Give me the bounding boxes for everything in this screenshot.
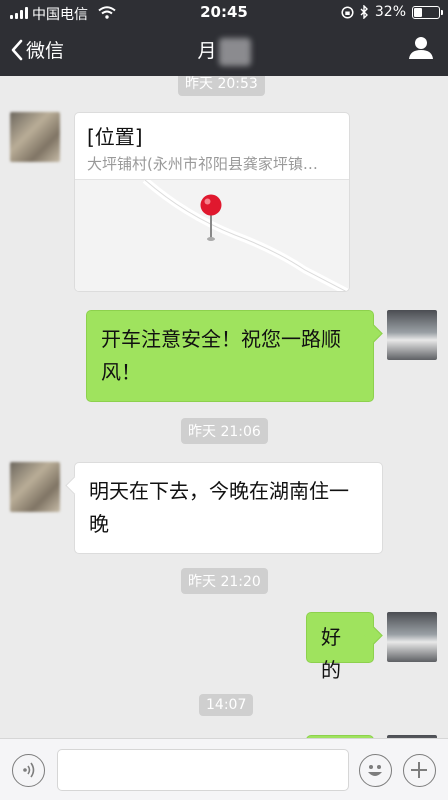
bluetooth-icon [360, 5, 368, 19]
plus-icon [411, 762, 427, 778]
message-input[interactable] [57, 749, 349, 791]
status-bar: 中国电信 20:45 32% [0, 0, 448, 26]
more-button[interactable] [403, 754, 436, 787]
chat-title-text: 月 [197, 40, 217, 62]
top-bar: 中国电信 20:45 32% 微信 月 [0, 0, 448, 76]
location-address: 大坪铺村(永州市祁阳县龚家坪镇… [87, 155, 318, 173]
message-text: 好的 [321, 625, 341, 682]
map-pin-icon [200, 194, 222, 241]
emoji-icon [368, 765, 382, 776]
message-text: 风！ [101, 360, 141, 384]
my-avatar[interactable] [387, 310, 437, 360]
timestamp: 昨天 20:53 [178, 76, 265, 96]
blurred-name [218, 37, 251, 66]
chat-area[interactable]: 昨天 20:53 [位置] 大坪铺村(永州市祁阳县龚家坪镇… 开车注意安全！祝您… [0, 76, 448, 738]
voice-button[interactable] [12, 754, 45, 787]
nav-bar: 微信 月 [0, 26, 448, 76]
input-bar [0, 738, 448, 800]
profile-icon[interactable] [408, 36, 434, 60]
location-message[interactable]: [位置] 大坪铺村(永州市祁阳县龚家坪镇… [74, 112, 350, 292]
emoji-button[interactable] [359, 754, 392, 787]
battery-icon [412, 5, 443, 19]
timestamp: 昨天 21:06 [181, 418, 268, 444]
contact-avatar[interactable] [10, 112, 60, 162]
voice-icon [23, 762, 35, 778]
message-bubble-sent[interactable]: 开车注意安全！祝您一路顺 风！ [86, 310, 374, 402]
contact-avatar[interactable] [10, 462, 60, 512]
chat-title: 月 [0, 36, 448, 66]
message-bubble-received[interactable]: 明天在下去，今晚在湖南住一 晚 [74, 462, 383, 554]
my-avatar[interactable] [387, 612, 437, 662]
location-map [75, 177, 349, 291]
message-text: 明天在下去，今晚在湖南住一 [89, 479, 349, 503]
message-text: 开车注意安全！祝您一路顺 [101, 327, 341, 351]
message-bubble-sent[interactable]: 好的 [306, 612, 374, 682]
message-text: 晚 [89, 512, 109, 536]
location-title: [位置] [87, 125, 143, 149]
timestamp: 14:07 [199, 694, 254, 716]
timestamp: 昨天 21:20 [181, 568, 268, 594]
rotation-lock-icon [341, 5, 354, 19]
status-right: 32% [341, 4, 443, 20]
battery-percent: 32% [374, 4, 406, 20]
